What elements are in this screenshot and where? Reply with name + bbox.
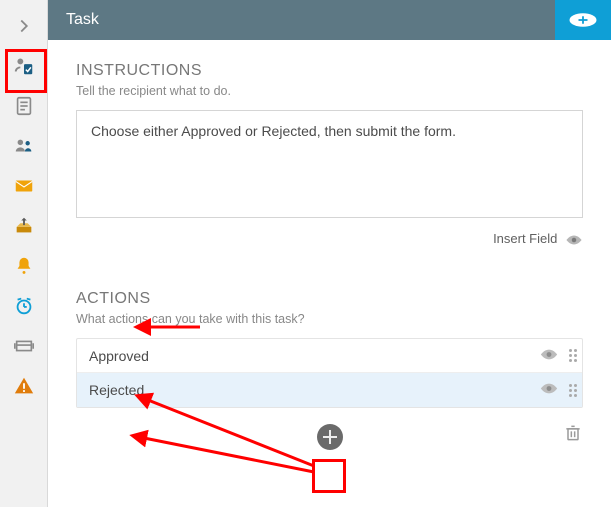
nav-warning-icon[interactable] — [0, 366, 48, 406]
action-item[interactable]: Rejected — [77, 373, 582, 407]
insert-field-label: Insert Field — [493, 231, 557, 246]
panel-header: Task — [48, 0, 611, 40]
instructions-input[interactable] — [76, 110, 583, 218]
eye-icon[interactable] — [539, 382, 559, 398]
insert-field-button[interactable]: Insert Field — [493, 231, 583, 246]
action-list: Approved Rejected — [76, 338, 583, 408]
action-label: Rejected — [89, 382, 144, 398]
main-panel: Task INSTRUCTIONS Tell the recipient wha… — [48, 0, 611, 507]
instructions-heading: INSTRUCTIONS — [76, 62, 583, 80]
nav-users-icon[interactable] — [0, 126, 48, 166]
nav-clock-icon[interactable] — [0, 286, 48, 326]
instructions-sub: Tell the recipient what to do. — [76, 84, 583, 98]
actions-section: ACTIONS What actions can you take with t… — [76, 290, 583, 456]
delete-action-button[interactable] — [563, 422, 583, 449]
eye-icon — [565, 234, 583, 246]
nav-task-icon[interactable] — [0, 46, 48, 86]
nav-upload-icon[interactable] — [0, 206, 48, 246]
action-item[interactable]: Approved — [77, 339, 582, 373]
action-label: Approved — [89, 348, 149, 364]
sidebar — [0, 0, 48, 507]
instructions-section: INSTRUCTIONS Tell the recipient what to … — [76, 62, 583, 246]
add-action-button[interactable] — [317, 424, 343, 450]
drag-handle-icon[interactable] — [569, 349, 572, 362]
actions-heading: ACTIONS — [76, 290, 583, 308]
add-tab-button[interactable] — [555, 0, 611, 40]
actions-sub: What actions can you take with this task… — [76, 312, 583, 326]
collapse-button[interactable] — [0, 6, 48, 46]
drag-handle-icon[interactable] — [569, 384, 572, 397]
nav-bell-icon[interactable] — [0, 246, 48, 286]
nav-mail-icon[interactable] — [0, 166, 48, 206]
panel-title: Task — [66, 11, 99, 29]
nav-layout-icon[interactable] — [0, 326, 48, 366]
nav-form-icon[interactable] — [0, 86, 48, 126]
eye-icon[interactable] — [539, 348, 559, 364]
